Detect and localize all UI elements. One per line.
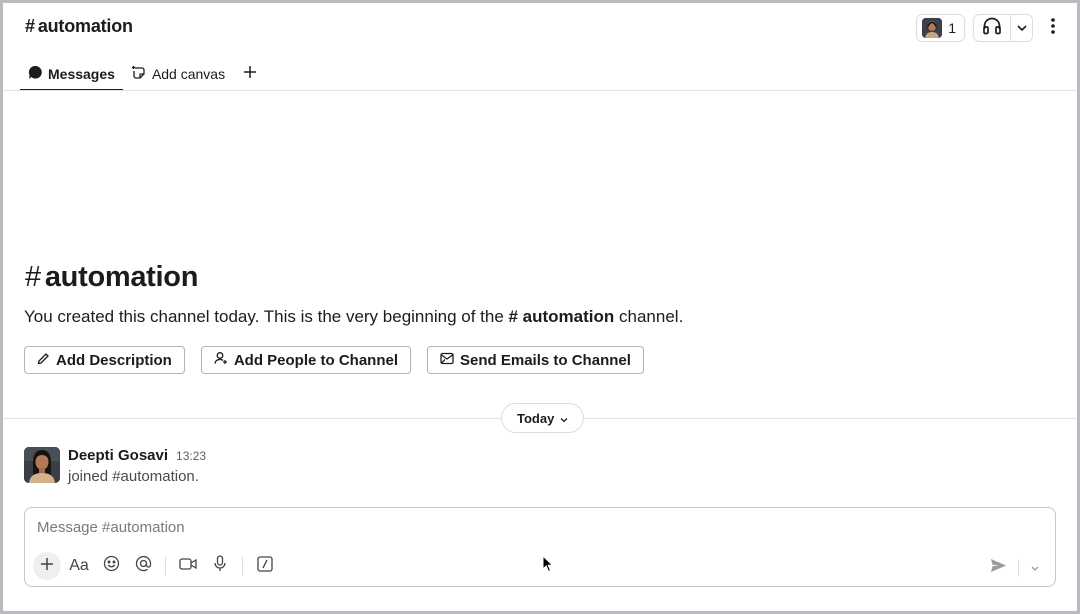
- message-input[interactable]: [37, 519, 937, 536]
- button-label: Send Emails to Channel: [460, 351, 631, 369]
- video-camera-icon: [179, 557, 197, 576]
- intro-actions: Add Description Add People to Channel Se…: [24, 346, 644, 374]
- mention-button[interactable]: [129, 552, 157, 580]
- header-divider: [3, 90, 1077, 91]
- more-options-button[interactable]: [1041, 14, 1065, 42]
- message-author[interactable]: Deepti Gosavi: [68, 447, 168, 464]
- header-actions: 1: [916, 14, 1065, 42]
- tab-add-canvas[interactable]: Add canvas: [123, 58, 233, 90]
- channel-name: automation: [37, 16, 133, 36]
- add-description-button[interactable]: Add Description: [24, 346, 185, 374]
- hash-icon: #: [25, 16, 35, 36]
- button-label: Add Description: [56, 351, 172, 369]
- attach-button[interactable]: [33, 552, 61, 580]
- message-header: Deepti Gosavi 13:23: [68, 447, 206, 464]
- chevron-down-icon: [1030, 559, 1040, 577]
- day-divider-button[interactable]: Today: [501, 403, 585, 433]
- avatar[interactable]: [24, 447, 60, 483]
- at-sign-icon: [135, 555, 152, 577]
- schedule-send-button[interactable]: [1025, 554, 1045, 582]
- canvas-icon: [131, 65, 147, 84]
- pencil-icon: [37, 352, 50, 369]
- send-divider: [1018, 559, 1019, 577]
- formatting-icon: Aa: [69, 557, 89, 574]
- emoji-button[interactable]: [97, 552, 125, 580]
- huddle-button[interactable]: [974, 15, 1010, 41]
- send-emails-button[interactable]: Send Emails to Channel: [427, 346, 644, 374]
- day-label: Today: [517, 410, 555, 426]
- intro-channel-name: automation: [44, 261, 199, 293]
- send-icon: [990, 558, 1007, 578]
- members-button[interactable]: 1: [916, 14, 965, 42]
- plus-icon: [243, 65, 257, 84]
- vertical-ellipsis-icon: [1050, 17, 1056, 40]
- channel-tabs: Messages Add canvas: [20, 58, 267, 91]
- message-composer: Aa: [24, 507, 1056, 587]
- emoji-icon: [103, 555, 120, 577]
- huddle-options-button[interactable]: [1010, 15, 1032, 41]
- microphone-icon: [213, 555, 227, 577]
- mouse-cursor-icon: [542, 554, 554, 578]
- plus-icon: [40, 557, 54, 576]
- intro-channel-link[interactable]: # automation: [509, 307, 615, 326]
- hash-icon: #: [25, 261, 41, 293]
- video-clip-button[interactable]: [174, 552, 202, 580]
- add-tab-button[interactable]: [233, 58, 267, 90]
- shortcuts-button[interactable]: [251, 552, 279, 580]
- intro-title: # automation: [25, 261, 198, 294]
- member-avatar: [922, 18, 943, 38]
- tab-label: Messages: [48, 66, 115, 82]
- channel-header: # automation 1 Messages Add canvas: [3, 3, 1077, 91]
- huddle-group: [973, 14, 1033, 42]
- button-label: Add People to Channel: [233, 351, 399, 369]
- add-people-button[interactable]: Add People to Channel: [200, 346, 412, 374]
- formatting-button[interactable]: Aa: [65, 552, 93, 580]
- toolbar-divider: [242, 557, 243, 575]
- channel-title-button[interactable]: # automation: [25, 16, 133, 37]
- intro-description: You created this channel today. This is …: [24, 307, 683, 327]
- intro-text-before: You created this channel today. This is …: [24, 307, 509, 326]
- tab-messages[interactable]: Messages: [20, 58, 123, 91]
- message-body: Deepti Gosavi 13:23 joined #automation.: [68, 447, 206, 485]
- intro-text-after: channel.: [614, 307, 684, 326]
- slash-command-icon: [257, 555, 273, 577]
- chevron-down-icon: [560, 411, 568, 426]
- message-text: joined #automation.: [68, 468, 199, 485]
- toolbar-divider: [165, 557, 166, 575]
- message-timestamp[interactable]: 13:23: [176, 449, 206, 463]
- channel-window: # automation 1 Messages Add canvas # aut…: [3, 3, 1077, 611]
- add-person-icon: [214, 351, 228, 369]
- audio-clip-button[interactable]: [206, 552, 234, 580]
- send-button[interactable]: [984, 554, 1012, 582]
- headphones-icon: [982, 17, 1002, 40]
- email-icon: [440, 352, 454, 369]
- message-bubble-icon: [28, 65, 43, 83]
- chevron-down-icon: [1016, 19, 1028, 37]
- tab-label: Add canvas: [151, 66, 226, 82]
- send-group: [984, 554, 1045, 582]
- message-item: Deepti Gosavi 13:23 joined #automation.: [24, 447, 206, 485]
- composer-toolbar: Aa: [33, 552, 279, 580]
- member-count: 1: [948, 20, 956, 36]
